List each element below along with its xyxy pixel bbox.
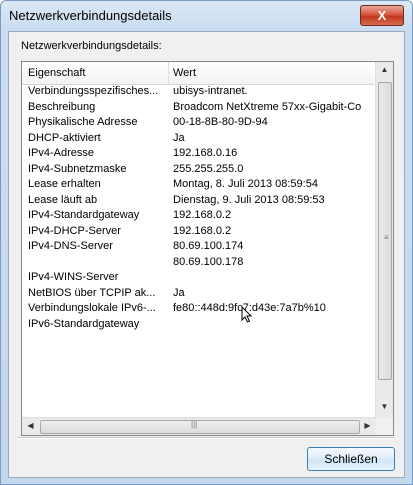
details-label: Netzwerkverbindungsdetails: — [21, 40, 162, 52]
property-cell: Verbindungslokale IPv6-... — [28, 302, 156, 314]
value-cell: 80.69.100.174 — [173, 240, 244, 252]
scroll-down-icon[interactable]: ▼ — [376, 402, 393, 411]
property-cell: NetBIOS über TCPIP ak... — [28, 286, 156, 299]
property-cell: Verbindungsspezifisches... — [28, 85, 159, 97]
close-icon: X — [377, 8, 387, 23]
property-cell: DHCP-aktiviert — [28, 131, 101, 144]
property-cell: IPv6-Standardgateway — [28, 317, 140, 330]
property-cell: IPv4-DNS-Server — [28, 240, 113, 252]
property-cell: IPv4-Standardgateway — [28, 209, 140, 221]
property-cell: Physikalische Adresse — [28, 116, 138, 128]
details-list[interactable]: Eigenschaft Wert Verbindungsspezifisches… — [21, 61, 394, 436]
table-row[interactable]: Physikalische Adresse 00-18-8B-80-9D-94 — [22, 115, 374, 131]
table-row[interactable]: IPv4-WINS-Server — [22, 270, 374, 286]
horizontal-scrollbar[interactable]: ◀ ||| ▶ — [22, 417, 376, 435]
list-header: Eigenschaft Wert — [22, 62, 374, 85]
property-cell: IPv4-Subnetzmaske — [28, 162, 127, 175]
window-title: Netzwerkverbindungsdetails — [9, 8, 172, 23]
value-cell: Montag, 8. Juli 2013 08:59:54 — [173, 178, 318, 190]
separator — [17, 437, 394, 439]
grip-icon: ≡ — [384, 233, 389, 242]
property-cell: Lease erhalten — [28, 178, 101, 190]
property-cell: IPv4-WINS-Server — [28, 271, 119, 283]
property-cell: IPv4-Adresse — [28, 147, 95, 159]
column-header-value[interactable]: Wert — [173, 67, 196, 79]
value-cell: ubisys-intranet. — [173, 85, 248, 97]
table-row[interactable]: NetBIOS über TCPIP ak... Ja — [22, 286, 374, 302]
horizontal-scroll-thumb[interactable]: ||| — [40, 420, 360, 434]
value-cell: Ja — [173, 131, 185, 144]
value-cell: 255.255.255.0 — [173, 162, 244, 175]
grip-icon: ||| — [191, 420, 198, 429]
close-window-button[interactable]: X — [360, 5, 404, 26]
column-header-property[interactable]: Eigenschaft — [28, 67, 85, 79]
scroll-up-icon[interactable]: ▲ — [376, 65, 393, 74]
table-row[interactable]: DHCP-aktiviert Ja — [22, 131, 374, 147]
title-bar[interactable]: Netzwerkverbindungsdetails X — [1, 1, 412, 31]
property-cell: Beschreibung — [28, 100, 96, 113]
table-row[interactable]: IPv4-Subnetzmaske 255.255.255.0 — [22, 162, 374, 178]
dialog-window: Netzwerkverbindungsdetails X Netzwerkver… — [0, 0, 413, 485]
property-cell: Lease läuft ab — [28, 193, 98, 206]
vertical-scroll-thumb[interactable]: ≡ — [378, 82, 392, 380]
list-rows: Verbindungsspezifisches... ubisys-intrane… — [22, 84, 374, 332]
cursor-icon — [241, 306, 253, 323]
table-row[interactable]: Verbindungsspezifisches... ubisys-intrane… — [22, 84, 374, 100]
scroll-corner — [376, 418, 393, 435]
value-cell: Ja — [173, 286, 185, 299]
table-row[interactable]: IPv4-DNS-Server 80.69.100.174 — [22, 239, 374, 255]
dialog-body: Netzwerkverbindungsdetails: Eigenschaft … — [8, 31, 405, 478]
value-cell: 192.168.0.2 — [173, 209, 232, 221]
close-button[interactable]: Schließen — [307, 447, 395, 471]
value-cell: 80.69.100.178 — [173, 255, 244, 268]
table-row[interactable]: IPv4-DHCP-Server 192.168.0.2 — [22, 224, 374, 240]
value-cell: 192.168.0.16 — [173, 147, 238, 159]
value-cell: Broadcom NetXtreme 57xx-Gigabit-Co — [173, 100, 362, 113]
table-row[interactable]: 80.69.100.178 — [22, 255, 374, 271]
scroll-right-icon[interactable]: ▶ — [359, 421, 376, 430]
table-row[interactable]: IPv4-Standardgateway 192.168.0.2 — [22, 208, 374, 224]
vertical-scrollbar[interactable]: ▲ ≡ ▼ — [375, 62, 393, 418]
table-row[interactable]: Lease läuft ab Dienstag, 9. Juli 2013 08:… — [22, 193, 374, 209]
table-row[interactable]: Verbindungslokale IPv6-... fe80::448d:9fc… — [22, 301, 374, 317]
value-cell: 00-18-8B-80-9D-94 — [173, 116, 268, 128]
table-row[interactable]: IPv4-Adresse 192.168.0.16 — [22, 146, 374, 162]
table-row[interactable]: Lease erhalten Montag, 8. Juli 2013 08:59… — [22, 177, 374, 193]
table-row[interactable]: IPv6-Standardgateway — [22, 317, 374, 333]
table-row[interactable]: Beschreibung Broadcom NetXtreme 57xx-Giga… — [22, 100, 374, 116]
property-cell: IPv4-DHCP-Server — [28, 224, 121, 237]
value-cell: 192.168.0.2 — [173, 224, 232, 237]
scroll-left-icon[interactable]: ◀ — [22, 421, 39, 430]
column-divider[interactable] — [168, 62, 169, 84]
value-cell: Dienstag, 9. Juli 2013 08:59:53 — [173, 193, 325, 206]
